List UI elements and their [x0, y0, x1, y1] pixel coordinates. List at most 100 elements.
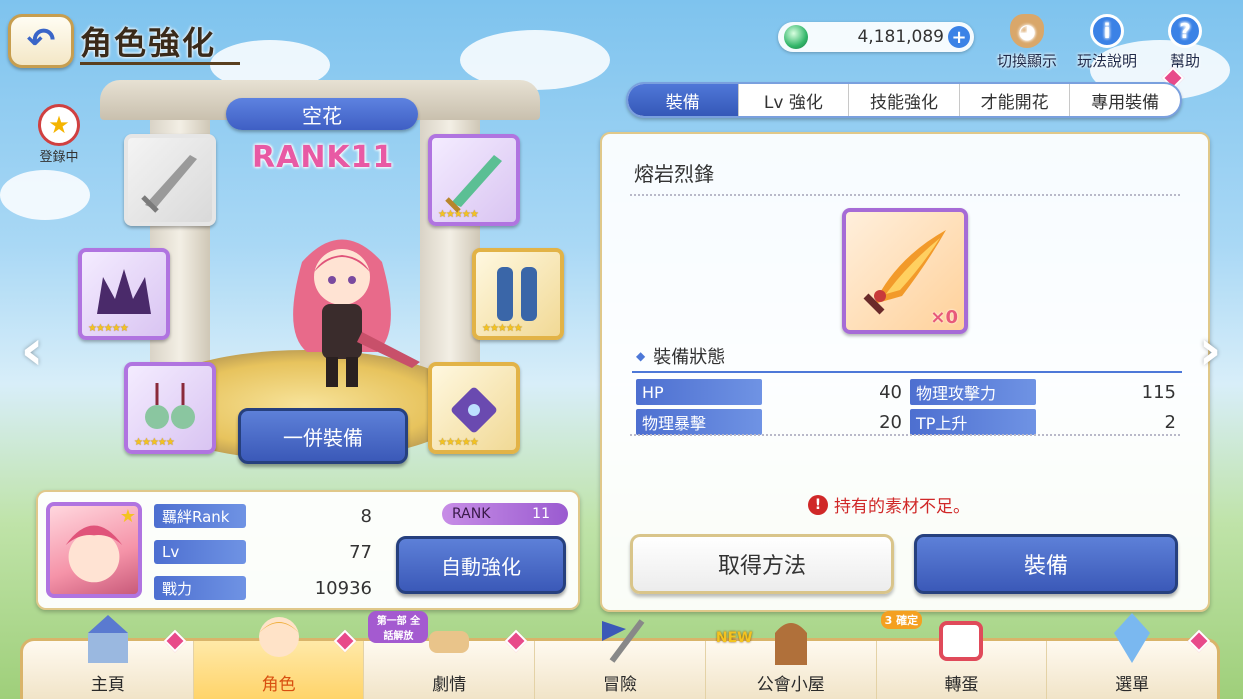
stat-tp-value: 2 — [1164, 411, 1176, 433]
info-icon: i — [1090, 14, 1124, 48]
equip-slot-2[interactable]: ★★★★★ — [428, 134, 520, 226]
nav-gacha[interactable]: 3 確定 轉蛋 — [877, 611, 1048, 699]
help-label: 幫助 — [1169, 52, 1200, 70]
sword-silhouette-icon — [141, 155, 197, 213]
power-label: 戰力 — [154, 576, 246, 600]
status-underline — [632, 371, 1182, 373]
equip-slot-5[interactable]: ★★★★★ — [124, 362, 216, 454]
crystal-icon — [1114, 613, 1151, 663]
level-row: Lv 77 — [154, 539, 378, 565]
stat-tp-label: TP上升 — [910, 409, 1036, 435]
equip-slot-6[interactable]: ★★★★★ — [428, 362, 520, 454]
gacha-box-icon — [939, 621, 984, 661]
equip-all-button[interactable]: 一併裝備 — [238, 408, 408, 464]
equipment-status-heading: ◆ 裝備狀態 — [636, 343, 725, 369]
bottom-nav: 主頁 角色 第一部 全話解放 劇情 冒險 NEW 公會小屋 3 確定 轉蛋 選單 — [20, 611, 1220, 699]
nav-guild-house-label: 公會小屋 — [756, 675, 825, 695]
blue-greaves-icon — [497, 267, 537, 321]
star-rating: ★★★★★ — [438, 437, 479, 448]
registration-label: 登錄中 — [39, 150, 79, 165]
stat-column-right: 物理攻擊力 115 TP上升 2 — [910, 378, 1180, 436]
flame-sword-icon — [863, 230, 946, 315]
help-button[interactable]: ? 幫助 — [1150, 14, 1220, 71]
power-value: 10936 — [314, 577, 372, 599]
nav-adventure[interactable]: 冒險 — [535, 619, 706, 699]
gameplay-info-button[interactable]: i 玩法說明 — [1072, 14, 1142, 71]
toggle-display-label: 切換顯示 — [996, 52, 1057, 70]
stat-atk-value: 115 — [1141, 381, 1176, 403]
character-rank: RANK11 — [252, 140, 395, 175]
prev-character-arrow-icon[interactable]: ‹ — [12, 318, 52, 383]
next-character-arrow-icon[interactable]: › — [1190, 318, 1230, 383]
equip-slot-3[interactable]: ★★★★★ — [78, 248, 170, 340]
castle-icon — [87, 615, 128, 663]
stat-hp-value: 40 — [879, 381, 902, 403]
door-icon — [774, 623, 807, 665]
auto-enhance-button[interactable]: 自動強化 — [396, 536, 566, 594]
green-blade-icon — [445, 155, 502, 213]
registration-badge[interactable]: ★ 登錄中 — [30, 104, 88, 165]
stat-hp-label: HP — [636, 379, 762, 405]
back-button[interactable]: ↶ — [8, 14, 74, 68]
favorite-star-icon: ★ — [119, 506, 136, 527]
notification-diamond-icon — [1187, 629, 1211, 653]
sword-flag-icon — [602, 619, 645, 663]
help-icon: ? — [1168, 14, 1202, 48]
rank-pill-value: 11 — [532, 506, 550, 522]
notification-diamond-icon — [163, 629, 187, 653]
mascot-icon: ◕ — [1010, 14, 1044, 48]
equipment-status-label: 裝備狀態 — [653, 347, 726, 368]
nav-character[interactable]: 角色 — [193, 617, 365, 699]
tab-equipment[interactable]: 裝備 — [628, 84, 739, 116]
bond-rank-label: 羈絆Rank — [154, 504, 246, 528]
flower-earring-icon — [145, 383, 195, 429]
nav-story[interactable]: 第一部 全話解放 劇情 — [364, 611, 536, 699]
currency-display: 4,181,089 + — [778, 22, 974, 52]
nav-character-label: 角色 — [261, 675, 296, 695]
divider — [630, 194, 1180, 196]
add-currency-button[interactable]: + — [948, 26, 970, 48]
page-title: 角色強化 — [80, 24, 217, 62]
nav-home[interactable]: 主頁 — [23, 615, 194, 699]
amulet-icon — [451, 387, 497, 433]
gacha-guarantee-tag: 3 確定 — [880, 611, 923, 629]
character-sprite[interactable] — [262, 222, 422, 392]
power-row: 戰力 10936 — [154, 575, 378, 601]
tab-star-bloom[interactable]: 才能開花 — [960, 84, 1071, 116]
mana-gem-icon — [784, 25, 808, 49]
item-name: 熔岩烈鋒 — [634, 162, 714, 186]
bond-rank-row: 羈絆Rank 8 — [154, 503, 378, 529]
star-rating: ★★★★★ — [88, 323, 129, 334]
tab-unique-equipment[interactable]: 專用裝備 — [1070, 84, 1180, 116]
item-icon[interactable]: ×0 — [842, 208, 968, 334]
tab-skill[interactable]: 技能強化 — [849, 84, 960, 116]
nav-menu-label: 選單 — [1115, 675, 1150, 695]
toggle-display-button[interactable]: ◕ 切換顯示 — [992, 14, 1062, 71]
nav-menu[interactable]: 選單 — [1047, 613, 1217, 699]
warning-icon: ! — [808, 494, 828, 515]
nav-adventure-label: 冒險 — [603, 675, 638, 695]
stat-list: 羈絆Rank 8 Lv 77 戰力 10936 — [154, 503, 378, 601]
nav-guild-house[interactable]: NEW 公會小屋 — [706, 623, 877, 699]
stat-column-left: HP 40 物理暴擊 20 — [636, 378, 906, 436]
character-portrait[interactable]: ★ — [46, 502, 142, 598]
rank-pill: RANK 11 — [442, 503, 568, 525]
tab-level-up[interactable]: Lv 強化 — [739, 84, 850, 116]
notification-diamond-icon — [504, 629, 528, 653]
notification-diamond-icon — [334, 629, 357, 653]
stat-crit-label: 物理暴擊 — [636, 409, 762, 435]
gameplay-info-label: 玩法說明 — [1076, 52, 1137, 70]
equip-button[interactable]: 裝備 — [914, 534, 1178, 594]
nav-story-label: 劇情 — [432, 675, 467, 695]
stat-tp-row: TP上升 2 — [910, 408, 1180, 436]
equip-slot-4[interactable]: ★★★★★ — [472, 248, 564, 340]
obtain-method-button[interactable]: 取得方法 — [630, 534, 894, 594]
item-count: ×0 — [930, 307, 958, 328]
rank-pill-label: RANK — [452, 506, 491, 522]
equip-slot-1[interactable] — [124, 134, 216, 226]
stat-atk-label: 物理攻擊力 — [910, 379, 1036, 405]
scroll-icon — [429, 631, 470, 653]
new-tag: NEW — [715, 630, 753, 646]
star-rating: ★★★★★ — [134, 437, 175, 448]
currency-value: 4,181,089 — [857, 27, 944, 47]
